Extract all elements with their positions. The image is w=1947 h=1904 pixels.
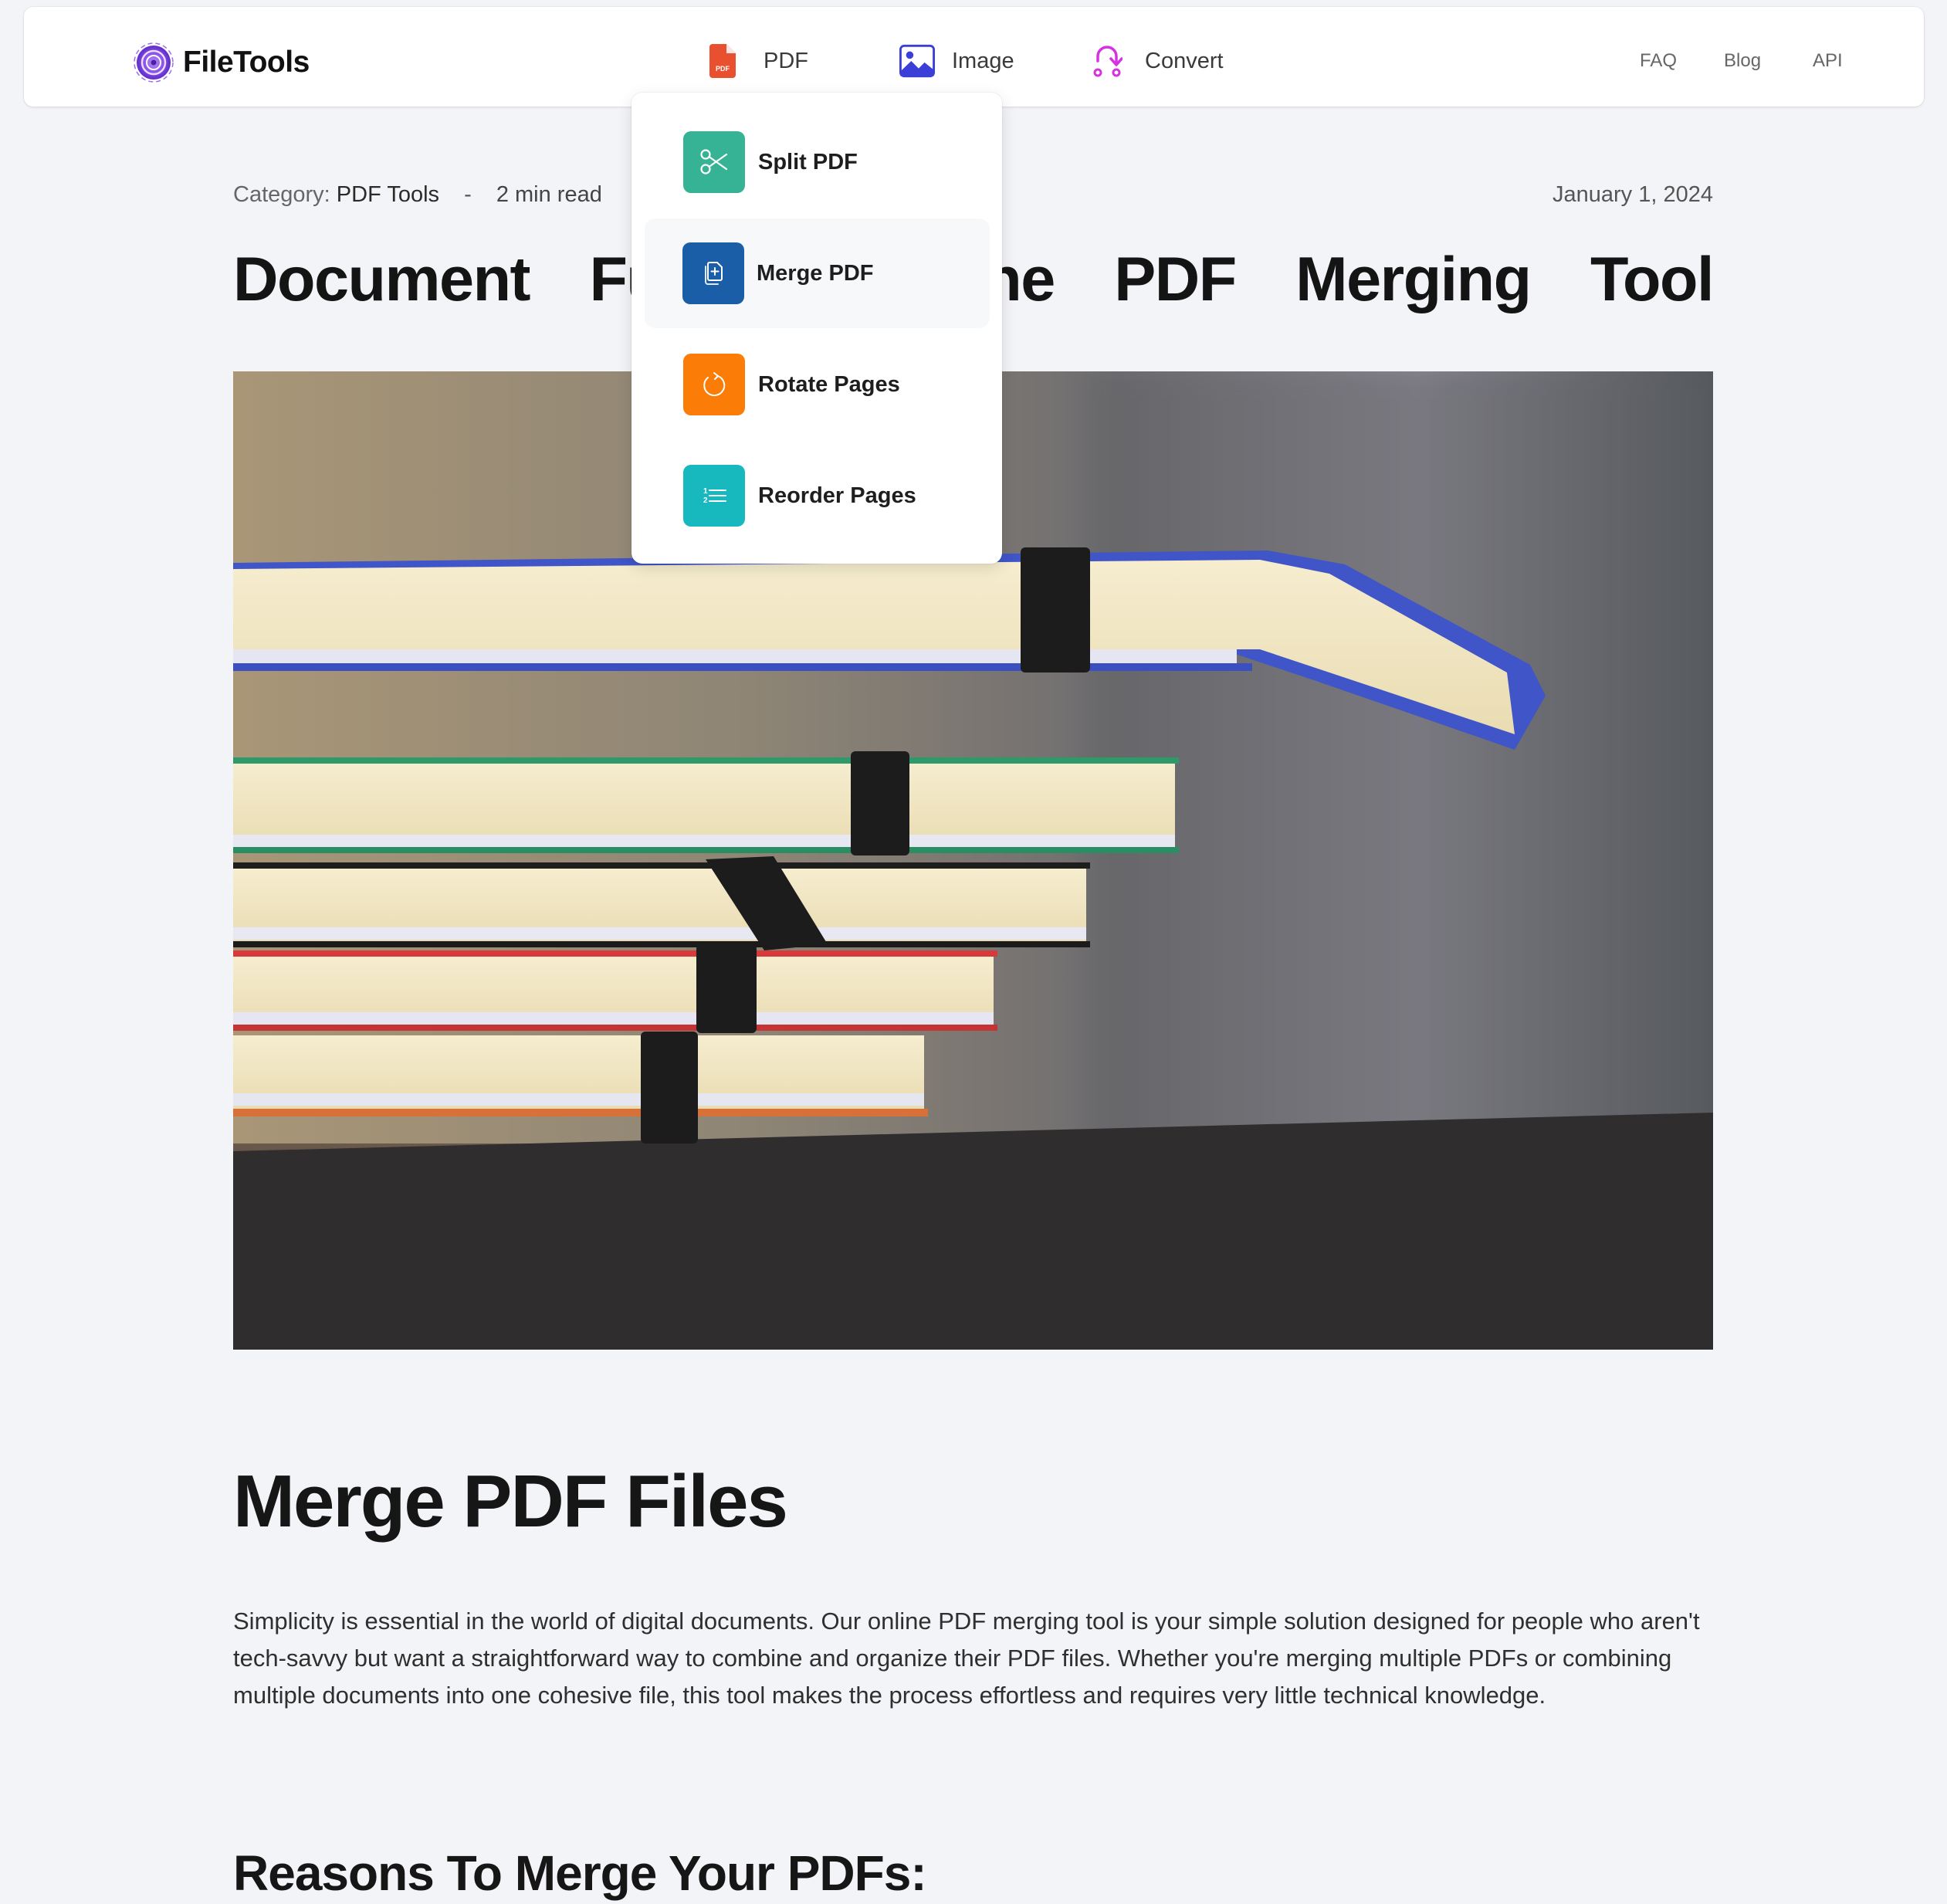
- meta-separator: -: [464, 182, 472, 207]
- logo[interactable]: FileTools: [132, 41, 310, 84]
- image-icon: [899, 43, 935, 79]
- publish-date: January 1, 2024: [1553, 182, 1713, 207]
- category-link[interactable]: PDF Tools: [337, 182, 439, 207]
- convert-arrow-icon: [1089, 43, 1125, 79]
- numbered-list-icon: 1 2: [683, 465, 745, 527]
- nav-pdf[interactable]: PDF PDF: [705, 38, 808, 84]
- nav-convert-label: Convert: [1145, 48, 1224, 73]
- api-link[interactable]: API: [1813, 50, 1843, 72]
- pdf-file-icon: PDF: [705, 43, 740, 79]
- article-meta: Category: PDF Tools - 2 min read: [233, 182, 602, 208]
- menu-item-label: Split PDF: [758, 149, 858, 174]
- svg-text:2: 2: [703, 496, 708, 505]
- nav-pdf-label: PDF: [764, 48, 808, 73]
- nav-convert[interactable]: Convert: [1089, 38, 1224, 84]
- menu-item-merge-pdf[interactable]: Merge PDF: [645, 219, 990, 328]
- section-title-reasons: Reasons To Merge Your PDFs:: [233, 1845, 927, 1901]
- svg-text:1: 1: [703, 487, 708, 496]
- spiral-logo-icon: [132, 41, 175, 84]
- top-navbar: FileTools PDF PDF Image Convert FAQ Blog…: [24, 7, 1924, 107]
- nav-image[interactable]: Image: [899, 38, 1014, 84]
- menu-item-rotate-pages[interactable]: Rotate Pages: [645, 330, 990, 439]
- menu-item-split-pdf[interactable]: Split PDF: [645, 107, 990, 217]
- faq-link[interactable]: FAQ: [1640, 50, 1677, 72]
- pdf-dropdown-menu: Split PDF Merge PDF Rotate Pages 1 2 Reo…: [632, 93, 1002, 564]
- menu-item-label: Reorder Pages: [758, 483, 916, 508]
- menu-item-label: Rotate Pages: [758, 371, 900, 397]
- blog-link[interactable]: Blog: [1724, 50, 1761, 72]
- section-title: Merge PDF Files: [233, 1460, 788, 1543]
- nav-image-label: Image: [952, 48, 1014, 73]
- intro-paragraph: Simplicity is essential in the world of …: [233, 1608, 1700, 1709]
- logo-text: FileTools: [183, 46, 310, 79]
- menu-item-reorder-pages[interactable]: 1 2 Reorder Pages: [645, 441, 990, 551]
- scissors-icon: [683, 131, 745, 193]
- menu-item-label: Merge PDF: [757, 260, 874, 286]
- rotate-icon: [683, 354, 745, 415]
- merge-pages-icon: [682, 242, 744, 304]
- read-time: 2 min read: [496, 182, 602, 207]
- category-label: Category:: [233, 182, 330, 207]
- svg-text:PDF: PDF: [716, 65, 730, 73]
